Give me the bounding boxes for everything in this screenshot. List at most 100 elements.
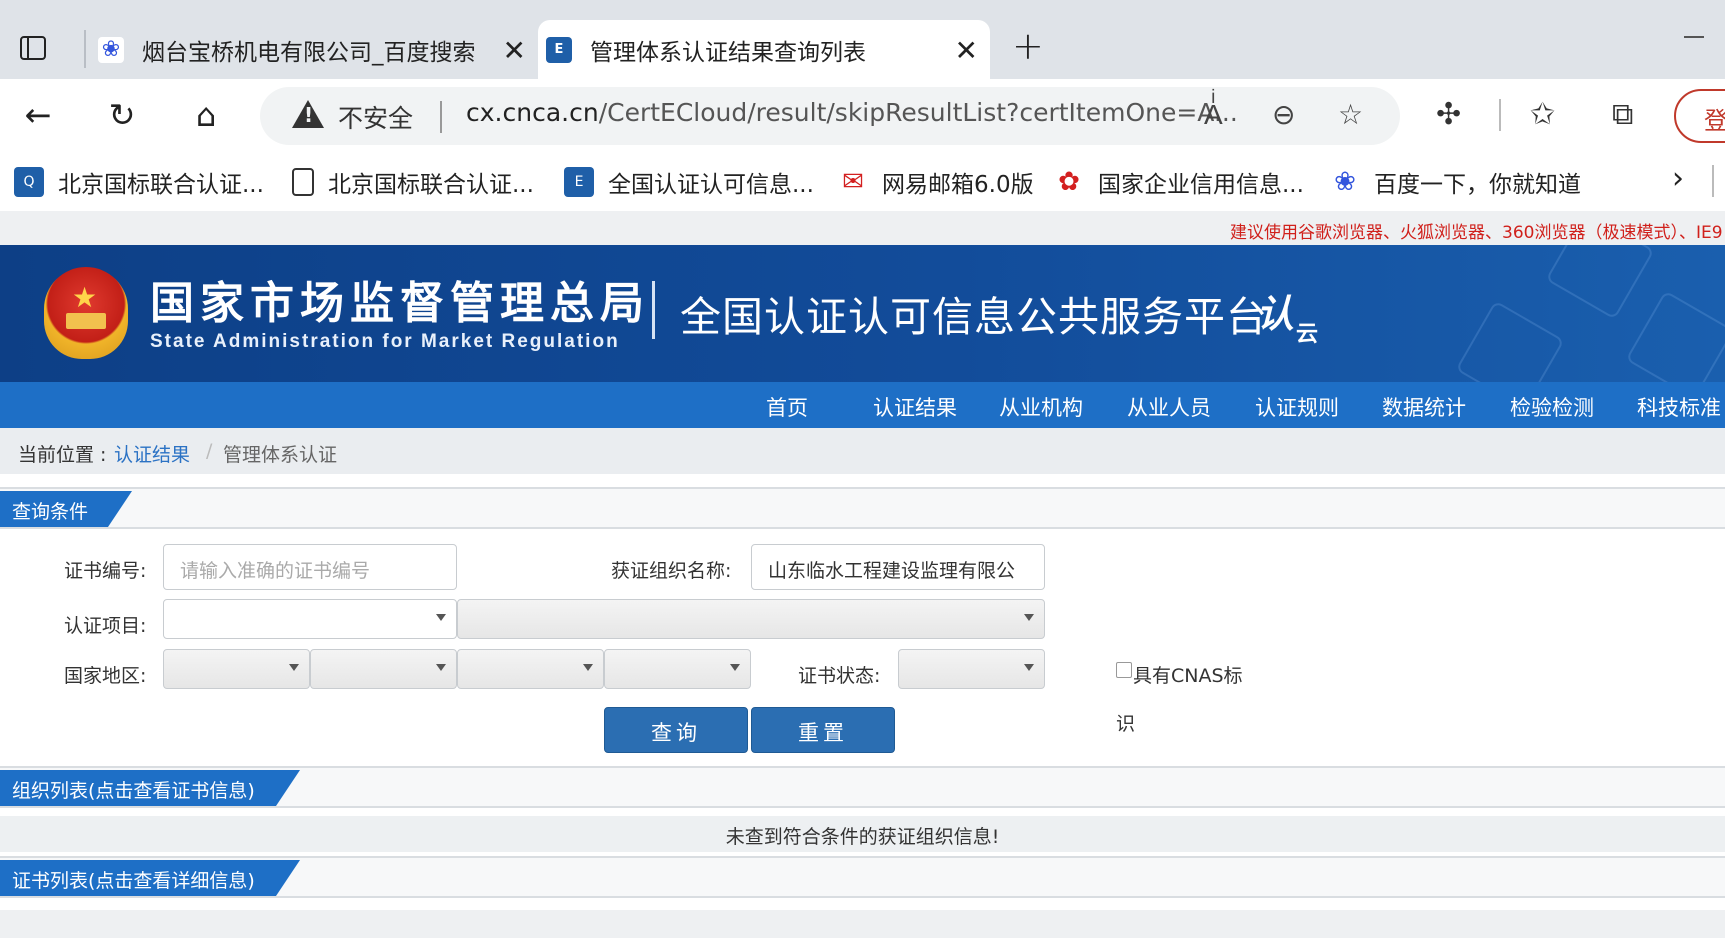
tab-divider <box>84 30 86 68</box>
bookmark-item[interactable]: E 全国认证认可信息... <box>564 165 814 199</box>
org-name-label: 获证组织名称: <box>611 560 732 582</box>
region-select-2[interactable] <box>310 649 457 689</box>
cnas-checkbox[interactable] <box>1116 662 1132 678</box>
bookmark-item[interactable]: ❀ 百度一下，你就知道 <box>1330 165 1581 199</box>
platform-title: 全国认证认可信息公共服务平台 <box>680 293 1268 341</box>
bookmarks-bar: Q 北京国标联合认证... 北京国标联合认证... E 全国认证认可信息... … <box>0 153 1725 211</box>
banner-divider <box>652 281 655 339</box>
collections-icon[interactable]: ⧉ <box>1612 97 1633 132</box>
cert-section-header: 证书列表(点击查看详细信息) <box>0 856 1725 898</box>
tab-title: 烟台宝桥机电有限公司_百度搜索 <box>142 39 476 66</box>
cert-no-label: 证书编号: <box>64 560 147 582</box>
add-favorite-icon[interactable]: ☆ <box>1338 98 1363 131</box>
dropdown-caret-icon <box>436 664 446 671</box>
browser-notice: 建议使用谷歌浏览器、火狐浏览器、360浏览器（极速模式）、IE9 <box>1230 223 1723 243</box>
breadcrumb-separator: / <box>206 440 213 462</box>
reset-button[interactable]: 重置 <box>751 707 895 753</box>
extensions-icon[interactable]: ✣ <box>1436 97 1461 132</box>
region-select-1[interactable] <box>163 649 310 689</box>
brand-suffix: 云 <box>1296 321 1319 347</box>
main-nav: 首页 认证结果 从业机构 从业人员 认证规则 数据统计 检验检测 科技标准 <box>0 382 1725 428</box>
bookmarks-divider <box>1712 165 1714 197</box>
document-icon <box>292 168 314 196</box>
project-select[interactable] <box>163 599 457 639</box>
huawei-flower-icon: ✿ <box>1058 167 1080 197</box>
status-label: 证书状态: <box>798 665 881 687</box>
cnca-icon: Q <box>14 167 44 197</box>
region-label: 国家地区: <box>64 665 147 687</box>
bookmark-label: 北京国标联合认证... <box>328 172 534 198</box>
close-tab-icon[interactable]: ✕ <box>955 34 978 67</box>
address-bar[interactable]: ! 不安全 cx.cnca.cn/CertECloud/result/skipR… <box>260 87 1400 145</box>
breadcrumb-current: 管理体系认证 <box>223 444 338 466</box>
cnas-label: 具有CNAS标 <box>1133 665 1243 687</box>
zoom-out-icon[interactable]: ⊖ <box>1272 98 1295 131</box>
agency-name-en: State Administration for Market Regulati… <box>150 331 620 352</box>
status-select[interactable] <box>898 649 1045 689</box>
nav-rules[interactable]: 认证规则 <box>1255 392 1339 422</box>
org-empty-message: 未查到符合条件的获证组织信息! <box>0 816 1725 852</box>
browser-toolbar: ← ↻ ⌂ ! 不安全 cx.cnca.cn/CertECloud/result… <box>0 79 1725 153</box>
baidu-paw-icon: ❀ <box>98 36 124 63</box>
bookmark-label: 全国认证认可信息... <box>608 172 814 198</box>
cnca-icon: E <box>546 36 572 63</box>
bookmark-label: 北京国标联合认证... <box>58 172 264 198</box>
org-name-input[interactable]: 山东临水工程建设监理有限公 <box>751 544 1045 590</box>
address-divider <box>440 101 442 133</box>
minimize-window-icon[interactable] <box>1684 36 1704 38</box>
search-button[interactable]: 查询 <box>604 707 748 753</box>
breadcrumb-lead: 当前位置 : <box>18 444 107 466</box>
reload-icon[interactable]: ↻ <box>102 95 142 135</box>
bookmark-item[interactable]: Q 北京国标联合认证... <box>14 165 264 199</box>
toolbar-divider <box>1499 99 1501 131</box>
cnca-icon: E <box>564 167 594 197</box>
web-page: 建议使用谷歌浏览器、火狐浏览器、360浏览器（极速模式）、IE9 ★ 国家市场监… <box>0 211 1725 938</box>
nav-personnel[interactable]: 从业人员 <box>1127 392 1211 422</box>
url-host: cx.cnca.cn <box>466 98 599 127</box>
new-tab-icon[interactable]: + <box>1012 24 1044 68</box>
region-select-4[interactable] <box>604 649 751 689</box>
favorites-icon[interactable]: ✩ <box>1530 97 1555 132</box>
nav-statistics[interactable]: 数据统计 <box>1382 392 1466 422</box>
warning-mark: ! <box>304 103 314 127</box>
sidebar-toggle-icon[interactable] <box>16 33 50 63</box>
project-label: 认证项目: <box>64 615 147 637</box>
close-tab-icon[interactable]: ✕ <box>503 34 526 67</box>
bookmark-item[interactable]: ✉ 网易邮箱6.0版 <box>838 165 1033 199</box>
breadcrumb: 当前位置 : 认证结果 / 管理体系认证 <box>0 428 1725 474</box>
dropdown-caret-icon <box>583 664 593 671</box>
bookmark-item[interactable]: 北京国标联合认证... <box>292 165 534 199</box>
section-title: 组织列表(点击查看证书信息) <box>0 770 300 806</box>
nav-cert-results[interactable]: 认证结果 <box>873 392 957 422</box>
browser-tab-active[interactable]: E 管理体系认证结果查询列表 ✕ <box>538 20 990 79</box>
page-bottom-strip <box>0 910 1725 938</box>
netease-mail-icon: ✉ <box>842 167 864 197</box>
agency-name: 国家市场监督管理总局 <box>150 278 650 329</box>
dropdown-caret-icon <box>436 614 446 621</box>
login-button[interactable]: 登 <box>1674 89 1725 143</box>
decor-hexagon <box>1545 245 1655 320</box>
dropdown-caret-icon <box>730 664 740 671</box>
project-sub-select[interactable] <box>457 599 1045 639</box>
tab-title: 管理体系认证结果查询列表 <box>590 39 866 66</box>
nav-inspection[interactable]: 检验检测 <box>1510 392 1594 422</box>
chevron-right-icon[interactable]: › <box>1672 161 1684 196</box>
nav-standards[interactable]: 科技标准 <box>1637 392 1721 422</box>
browser-tab-baidu[interactable]: ❀ 烟台宝桥机电有限公司_百度搜索 ✕ <box>90 20 538 79</box>
region-select-3[interactable] <box>457 649 604 689</box>
nav-home[interactable]: 首页 <box>766 392 808 422</box>
url-text[interactable]: cx.cnca.cn/CertECloud/result/skipResultL… <box>466 98 1246 127</box>
back-icon[interactable]: ← <box>18 95 58 135</box>
star-icon: ★ <box>72 281 98 314</box>
cnas-label-wrap: 识 <box>1116 713 1136 735</box>
renyun-logo: 认云 <box>1256 283 1318 348</box>
home-icon[interactable]: ⌂ <box>186 95 226 135</box>
brand-text: 认 <box>1256 291 1295 336</box>
cert-no-input[interactable]: 请输入准确的证书编号 <box>163 544 457 590</box>
decor-hexagon <box>1455 300 1565 382</box>
nav-institutions[interactable]: 从业机构 <box>999 392 1083 422</box>
security-label[interactable]: 不安全 <box>338 99 413 135</box>
bookmark-item[interactable]: ✿ 国家企业信用信息... <box>1054 165 1304 199</box>
read-aloud-icon[interactable]: Aͥ <box>1204 98 1223 131</box>
breadcrumb-link[interactable]: 认证结果 <box>114 440 190 467</box>
